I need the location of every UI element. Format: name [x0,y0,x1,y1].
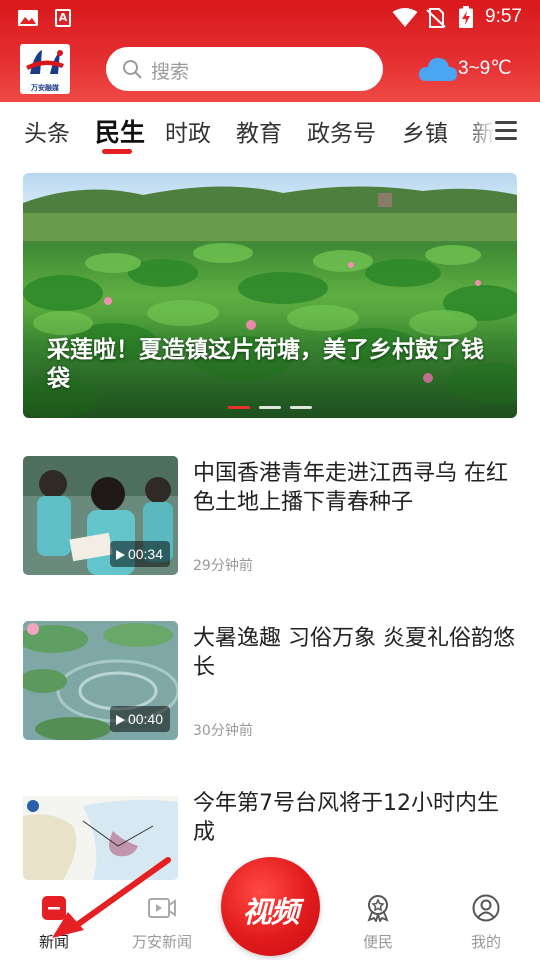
search-input[interactable]: 搜索 [106,47,383,91]
tab-education[interactable]: 教育 [236,114,282,148]
app-header: A 9:57 万安融媒 搜索 3~9℃ [0,0,540,102]
news-time: 30分钟前 [193,723,253,739]
featured-banner[interactable]: 采莲啦！夏造镇这片荷塘，美了乡村鼓了钱袋 [23,173,517,418]
app-a-icon: A [55,9,71,27]
search-icon [123,60,142,79]
carousel-dot-1[interactable] [228,406,250,409]
carousel-dot-3[interactable] [290,406,312,409]
service-badge-icon [367,895,389,922]
active-tab-indicator [102,149,132,154]
nav-services[interactable]: 便民 [338,880,418,960]
status-bar: A 9:57 [0,0,540,36]
tab-livelihood[interactable]: 民生 [95,113,145,149]
tab-headlines[interactable]: 头条 [24,114,70,148]
nav-label: 便民 [362,933,393,951]
tab-towns[interactable]: 乡镇 [402,114,448,148]
logo-text: 万安融媒 [31,84,59,92]
gallery-icon [18,10,38,26]
tab-politics[interactable]: 时政 [165,114,211,148]
no-sim-icon [426,8,446,28]
category-tabs: 头条 民生 时政 教育 政务号 乡镇 新 [0,102,540,158]
weather-temperature[interactable]: 3~9℃ [458,57,512,80]
banner-title: 采莲啦！夏造镇这片荷塘，美了乡村鼓了钱袋 [47,337,484,392]
user-profile-icon [472,894,500,922]
play-icon [115,550,125,560]
wifi-icon [392,8,418,27]
tab-government-accounts[interactable]: 政务号 [307,114,376,148]
logo-emblem-icon [26,50,64,74]
news-title: 中国香港青年走进江西寻乌 在红色土地上播下青春种子 [193,461,508,515]
duration-text: 00:40 [127,711,163,727]
news-title: 今年第7号台风将于12小时内生成 [193,791,499,845]
carousel-dot-2[interactable] [259,406,281,409]
news-thumbnail: 00:40 [23,621,178,740]
annotation-arrow-icon [52,857,171,938]
video-duration-badge: 00:40 [109,706,170,732]
news-item[interactable]: 00:40 大暑逸趣 习俗万象 炎夏礼俗韵悠长 30分钟前 [23,621,517,741]
video-button-label: 视频 [242,895,299,929]
nav-profile[interactable]: 我的 [446,880,526,960]
news-item[interactable]: 00:34 中国香港青年走进江西寻乌 在红色土地上播下青春种子 29分钟前 [23,456,517,576]
app-logo[interactable]: 万安融媒 [20,44,70,94]
cloud-icon[interactable] [418,55,458,83]
news-title: 大暑逸趣 习俗万象 炎夏礼俗韵悠长 [193,626,515,680]
duration-text: 00:34 [127,546,163,562]
hamburger-menu-icon[interactable] [495,121,517,141]
search-placeholder: 搜索 [151,61,190,83]
news-time: 29分钟前 [193,558,253,574]
news-thumbnail: 00:34 [23,456,178,575]
nav-label: 我的 [470,933,501,951]
battery-charging-icon [459,6,473,28]
video-center-button[interactable]: 视频 [221,857,320,956]
play-icon [115,715,125,725]
video-duration-badge: 00:34 [109,541,170,567]
status-time: 9:57 [485,6,522,27]
